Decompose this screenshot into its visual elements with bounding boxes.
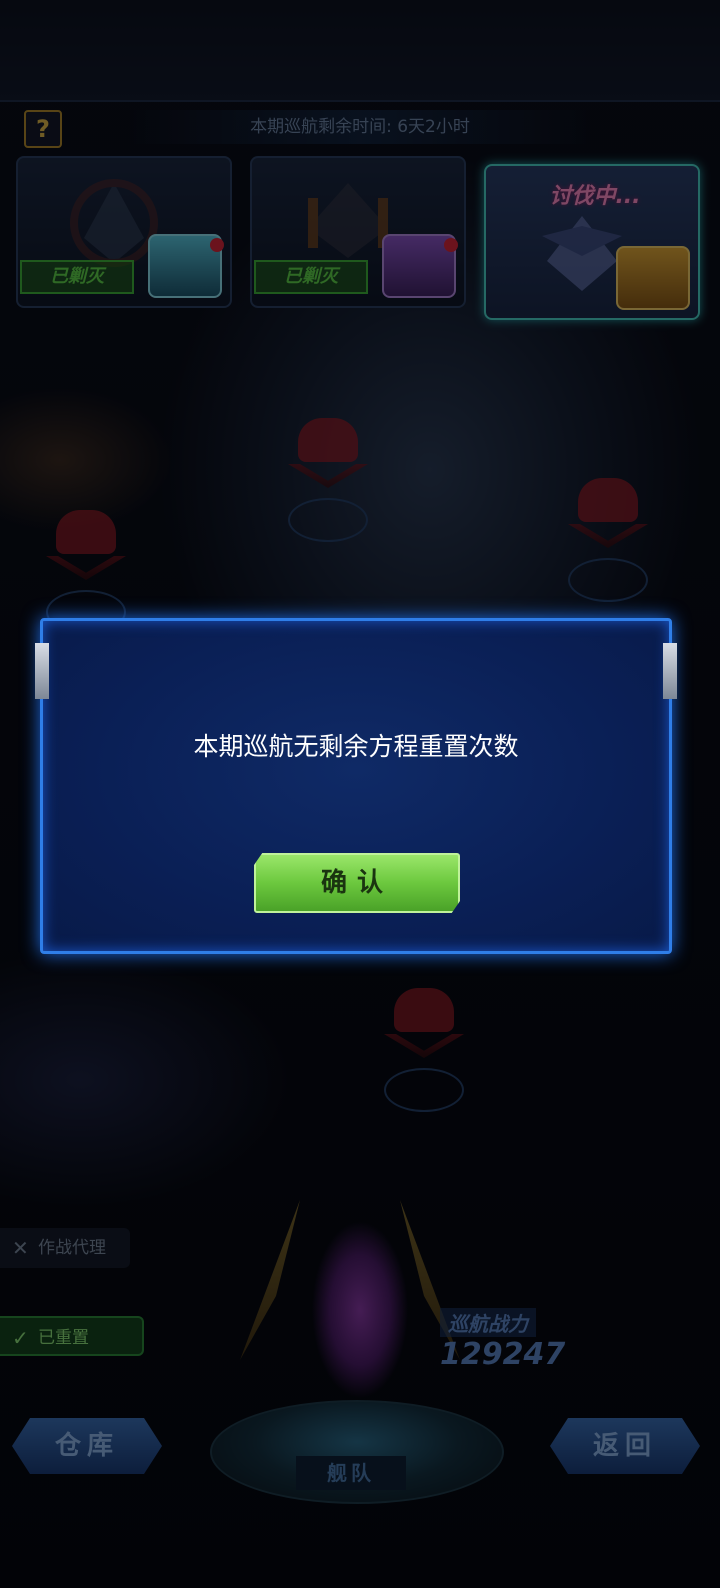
dialog-bracket-left <box>35 643 49 699</box>
dialog-message: 本期巡航无剩余方程重置次数 <box>193 732 519 761</box>
dialog-bracket-right <box>663 643 677 699</box>
confirm-button[interactable]: 确认 <box>254 853 460 913</box>
alert-dialog: 本期巡航无剩余方程重置次数 确认 <box>35 618 677 954</box>
